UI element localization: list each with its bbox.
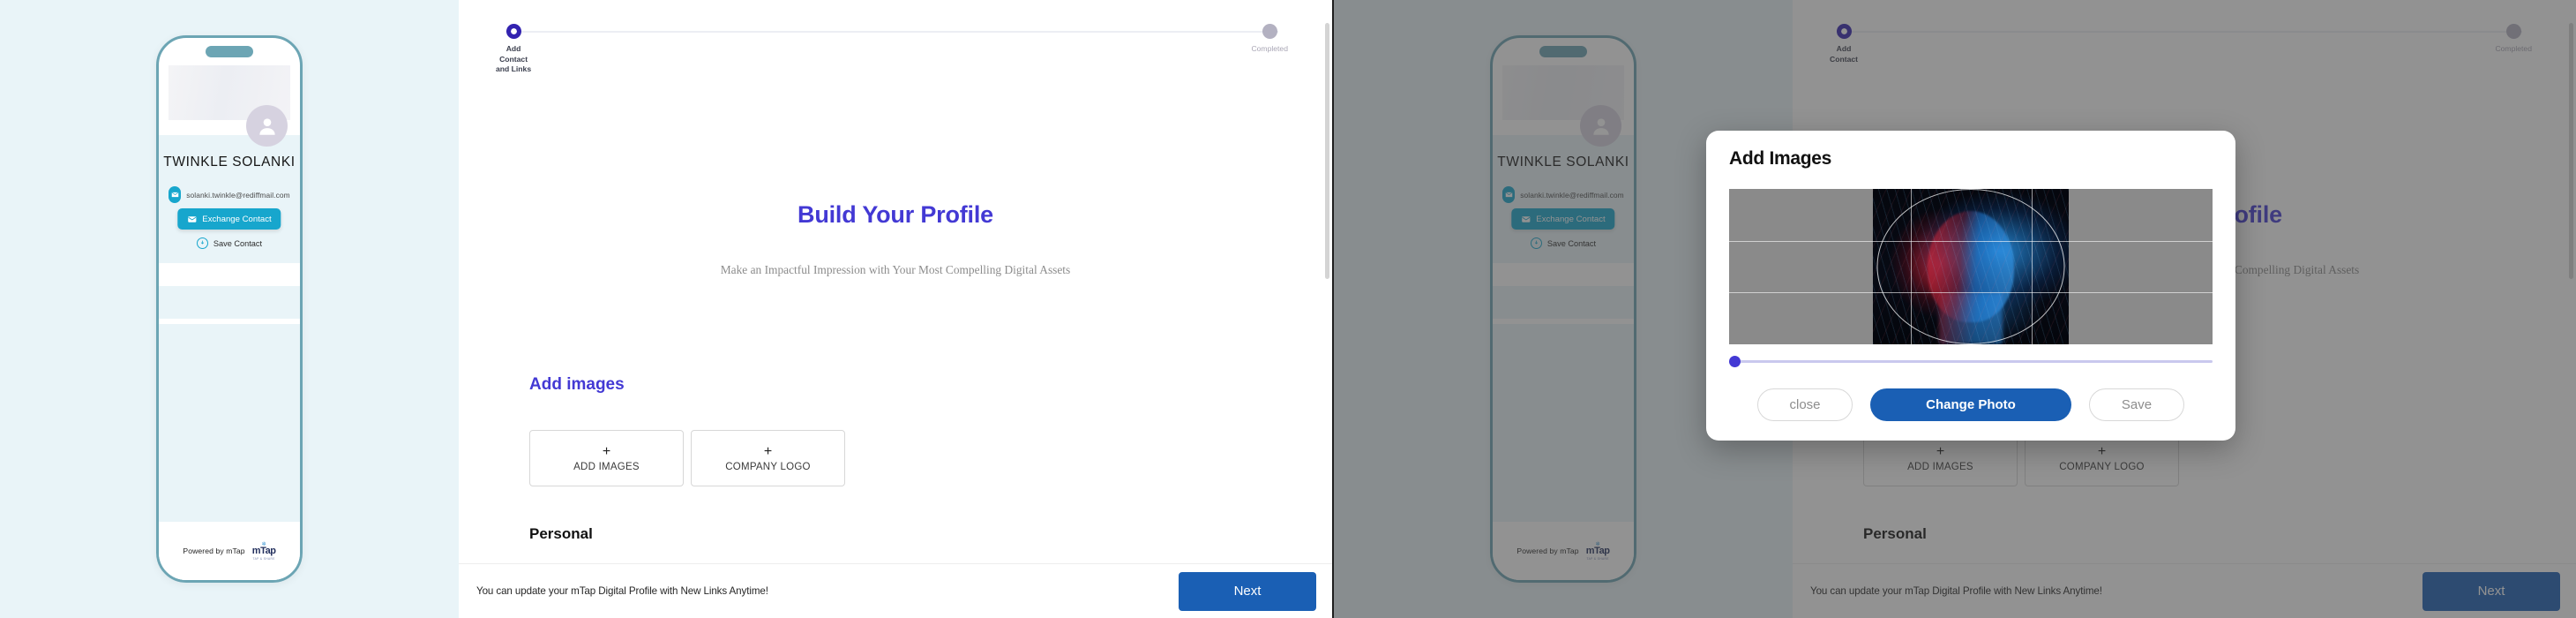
image-crop-area[interactable] — [1729, 189, 2213, 344]
phone-mockup: TWINKLE SOLANKI solanki.twinkle@rediffma… — [156, 35, 303, 583]
add-images-button[interactable]: + ADD IMAGES — [529, 430, 684, 486]
person-icon — [258, 117, 275, 135]
add-images-modal: Add Images close Change Photo Save — [1706, 131, 2235, 441]
step-dot-idle — [1262, 24, 1277, 39]
plus-icon: + — [763, 443, 773, 459]
download-arrow-icon — [196, 237, 208, 249]
stepper-step-completed[interactable]: Completed — [1251, 24, 1288, 55]
section-separator-1 — [159, 263, 300, 286]
envelope-icon — [168, 186, 182, 203]
form-pane-left: Add Contact and Links Completed Build Yo… — [459, 0, 1332, 618]
zoom-slider[interactable] — [1729, 355, 2213, 367]
add-images-label: ADD IMAGES — [573, 461, 640, 472]
save-contact-button[interactable]: Save Contact — [159, 237, 300, 249]
exchange-contact-button[interactable]: Exchange Contact — [177, 208, 281, 230]
app-window-before: TWINKLE SOLANKI solanki.twinkle@rediffma… — [0, 0, 1332, 618]
phone-notch — [206, 46, 253, 57]
close-button[interactable]: close — [1757, 388, 1853, 421]
stepper-step-add-contact[interactable]: Add Contact and Links — [496, 24, 531, 75]
page-subtitle: Make an Impactful Impression with Your M… — [720, 263, 1071, 276]
zoom-slider-track[interactable] — [1729, 360, 2213, 363]
app-window-after: TWINKLE SOLANKI solanki.twinkle@rediffma… — [1334, 0, 2576, 618]
stepper-step-label: Completed — [1251, 44, 1288, 53]
personal-heading: Personal — [529, 525, 593, 542]
modal-title: Add Images — [1729, 148, 1832, 169]
add-images-heading: Add images — [529, 375, 625, 394]
envelope-icon — [188, 215, 197, 222]
powered-by-label: Powered by mTap — [183, 546, 245, 555]
stepper-connector-line — [505, 31, 1278, 33]
image-upload-button-row: + ADD IMAGES + COMPANY LOGO — [529, 430, 845, 486]
mtap-logo-word: mTap — [251, 545, 276, 556]
screenshot-root: TWINKLE SOLANKI solanki.twinkle@rediffma… — [0, 0, 2576, 618]
plus-icon: + — [602, 443, 611, 459]
avatar — [246, 105, 288, 147]
profile-email: solanki.twinkle@rediffmail.com — [186, 190, 290, 200]
bottom-action-bar: You can update your mTap Digital Profile… — [459, 563, 1332, 618]
exchange-contact-label: Exchange Contact — [202, 214, 272, 224]
scrollbar-thumb[interactable] — [1325, 23, 1329, 279]
zoom-slider-knob[interactable] — [1729, 356, 1741, 367]
photo-wireframe-overlay — [1873, 189, 2069, 344]
crop-preview-image — [1873, 189, 2069, 344]
form-scroll-area: Add Contact and Links Completed Build Yo… — [459, 0, 1332, 563]
save-contact-label: Save Contact — [213, 238, 263, 248]
progress-stepper: Add Contact and Links Completed — [496, 24, 1288, 77]
profile-name: TWINKLE SOLANKI — [163, 154, 296, 170]
page-title: Build Your Profile — [798, 201, 993, 228]
mtap-logo: ✲ mTap TAP & SHARE — [252, 542, 276, 561]
company-logo-button[interactable]: + COMPANY LOGO — [691, 430, 845, 486]
form-scrollbar[interactable] — [1325, 4, 1329, 501]
section-separator-2 — [159, 319, 300, 324]
bottom-bar-note: You can update your mTap Digital Profile… — [476, 585, 768, 597]
next-button[interactable]: Next — [1179, 571, 1316, 611]
mtap-logo-tagline: TAP & SHARE — [252, 556, 275, 561]
change-photo-button[interactable]: Change Photo — [1870, 388, 2071, 421]
step-dot-active — [505, 24, 521, 39]
profile-email-row: solanki.twinkle@rediffmail.com — [159, 186, 300, 203]
phone-footer: Powered by mTap ✲ mTap TAP & SHARE — [159, 522, 300, 580]
preview-pane-left: TWINKLE SOLANKI solanki.twinkle@rediffma… — [0, 0, 459, 618]
company-logo-label: COMPANY LOGO — [725, 461, 811, 472]
stepper-step-label: Add Contact and Links — [496, 44, 532, 74]
save-button[interactable]: Save — [2089, 388, 2184, 421]
modal-action-row: close Change Photo Save — [1729, 388, 2213, 421]
